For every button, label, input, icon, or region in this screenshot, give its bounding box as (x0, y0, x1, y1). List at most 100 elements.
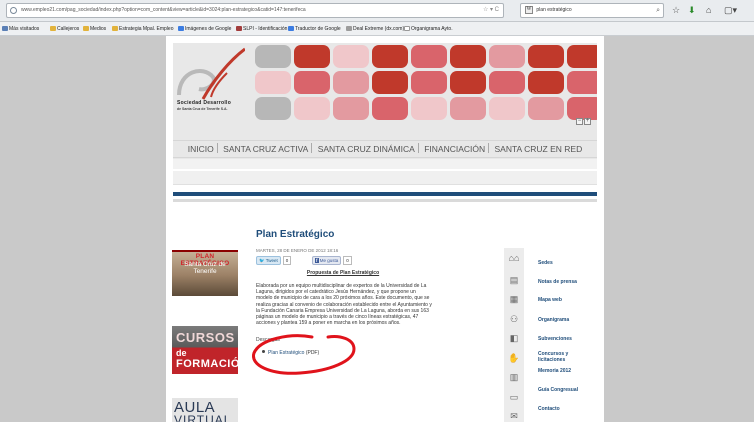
bookmark-item[interactable]: Imágenes de Google (178, 25, 231, 33)
sidebar-link-concursos[interactable]: Concursos y licitaciones (538, 351, 576, 363)
banner-line: CURSOS (176, 330, 235, 345)
folder-icon (83, 26, 89, 31)
report-icon[interactable]: ▥ (508, 371, 520, 383)
nav-item-dinamica[interactable]: SANTA CRUZ DINÁMICA (315, 141, 418, 158)
header-square (489, 45, 525, 68)
subsidy-icon[interactable]: ◧ (508, 332, 520, 344)
header-square (255, 71, 291, 94)
tweet-widget: 🐦 Tweet 0 (256, 256, 292, 265)
menu-icon[interactable]: ▢▾ (724, 4, 737, 16)
org-chart-icon[interactable]: ⚇ (508, 313, 520, 325)
header-square (528, 71, 564, 94)
header-square (411, 45, 447, 68)
header-square (411, 71, 447, 94)
bookmark-item[interactable]: Callejeros (50, 25, 79, 33)
header-square (450, 97, 486, 120)
nav-item-activa[interactable]: SANTA CRUZ ACTIVA (220, 141, 311, 158)
tender-icon[interactable]: ✋ (508, 352, 520, 364)
download-icon[interactable]: ⬇ (688, 4, 696, 16)
bookmark-item[interactable]: SLPI - Identificación (236, 25, 287, 33)
plan-estrategico-banner[interactable]: PLAN ESTRATÉGICO Santa Cruz de Tenerife (172, 250, 238, 296)
nav-separator (488, 143, 490, 153)
article-title[interactable]: Plan Estratégico (256, 229, 334, 240)
bookmark-item[interactable]: Medios (83, 25, 106, 33)
banner-line: de (176, 348, 187, 358)
subnav-strip-2 (173, 171, 597, 185)
url-text: www.empleo21.com/pag_sociedad/index.php?… (21, 7, 306, 13)
bookmark-star-icon[interactable]: ☆ (672, 4, 680, 16)
sidebar-link-notas[interactable]: Notas de prensa (538, 279, 577, 285)
search-engine-icon[interactable]: W (525, 5, 533, 14)
nav-item-en-red[interactable]: SANTA CRUZ EN RED (492, 141, 586, 158)
translate-icon (288, 26, 294, 31)
logo-subtitle: de Santa Cruz de Tenerife S.A. (177, 107, 228, 111)
sidebar-link-subvenciones[interactable]: Subvenciones (538, 336, 572, 342)
slpi-icon (236, 26, 242, 31)
header-square (450, 45, 486, 68)
logo-name: Sociedad Desarrollo (177, 100, 232, 106)
folder-icon (50, 26, 56, 31)
header-square (294, 71, 330, 94)
header-square (255, 97, 291, 120)
red-annotation-circle (252, 334, 356, 375)
bookmark-item[interactable]: Más visitados (2, 25, 39, 33)
like-count: 0 (343, 256, 352, 265)
url-actions[interactable]: ☆ ▾ C (483, 4, 499, 17)
header-square (567, 71, 597, 94)
sitemap-icon[interactable]: ▦ (508, 293, 520, 305)
font-size-controls: − + (575, 118, 591, 125)
aula-virtual-banner[interactable]: AULA VIRTUAL (172, 398, 238, 422)
press-icon[interactable]: ▤ (508, 274, 520, 286)
bookmark-item[interactable]: Estrategia Mpal. Empleo (112, 25, 173, 33)
header-square (333, 45, 369, 68)
contact-icon[interactable]: ✉ (508, 410, 520, 422)
font-increase-button[interactable]: + (584, 118, 591, 125)
sedes-icon[interactable]: ⌂⌂ (508, 252, 520, 264)
banner-line: FORMACIÓN (176, 358, 238, 370)
site-logo[interactable]: Sociedad Desarrollo de Santa Cruz de Ten… (173, 43, 246, 123)
sidebar-icon-column: ⌂⌂ ▤ ▦ ⚇ ◧ ✋ ▥ ▭ ✉ (504, 248, 524, 422)
main-nav: INICIO SANTA CRUZ ACTIVA SANTA CRUZ DINÁ… (173, 140, 597, 158)
like-button[interactable]: f Me gusta (312, 256, 342, 265)
web-page: Sociedad Desarrollo de Santa Cruz de Ten… (166, 36, 604, 422)
home-icon[interactable]: ⌂ (706, 4, 711, 16)
sidebar-link-organigrama[interactable]: Organigrama (538, 317, 569, 323)
nav-item-financiacion[interactable]: FINANCIACIÓN (421, 141, 488, 158)
search-icon[interactable]: ⌕ (656, 4, 660, 17)
cursos-banner[interactable]: CURSOS de FORMACIÓN (172, 326, 238, 374)
subnav-strip (173, 159, 597, 169)
address-bar[interactable]: www.empleo21.com/pag_sociedad/index.php?… (6, 3, 504, 18)
nav-item-inicio[interactable]: INICIO (185, 141, 217, 158)
header-square (411, 97, 447, 120)
browser-toolbar: www.empleo21.com/pag_sociedad/index.php?… (0, 0, 754, 22)
sidebar-link-memoria[interactable]: Memoria 2012 (538, 368, 571, 374)
bookmark-item[interactable]: Traductor de Google (288, 25, 341, 33)
banner-line: VIRTUAL (174, 413, 232, 422)
sidebar-link-contacto[interactable]: Contacto (538, 406, 560, 412)
guide-icon[interactable]: ▭ (508, 391, 520, 403)
sidebar-link-sedes[interactable]: Sedes (538, 260, 553, 266)
tweet-count: 0 (282, 256, 292, 265)
google-icon (178, 26, 184, 31)
header-square (372, 45, 408, 68)
nav-separator (311, 143, 313, 153)
header-square (333, 71, 369, 94)
header-square (528, 97, 564, 120)
sidebar-link-guia[interactable]: Guía Congresual (538, 387, 578, 393)
divider-bar (173, 192, 597, 196)
header-square (567, 45, 597, 68)
sidebar-link-mapa[interactable]: Mapa web (538, 297, 562, 303)
search-query: plan estratégico (536, 7, 572, 13)
nav-separator (216, 143, 218, 153)
bookmark-item[interactable]: Deal Extreme (dx.com) (346, 25, 404, 33)
header-square (489, 97, 525, 120)
header-square (372, 97, 408, 120)
tweet-button[interactable]: 🐦 Tweet (256, 256, 281, 265)
header-square (528, 45, 564, 68)
search-input[interactable]: W plan estratégico ⌕ (520, 3, 664, 18)
font-decrease-button[interactable]: − (576, 118, 583, 125)
bookmark-item[interactable]: Organigrama Ayto. (404, 25, 453, 33)
article-body: Elaborada por un equipo multidisciplinar… (256, 283, 432, 327)
facebook-icon: f (315, 258, 319, 263)
header-square (372, 71, 408, 94)
